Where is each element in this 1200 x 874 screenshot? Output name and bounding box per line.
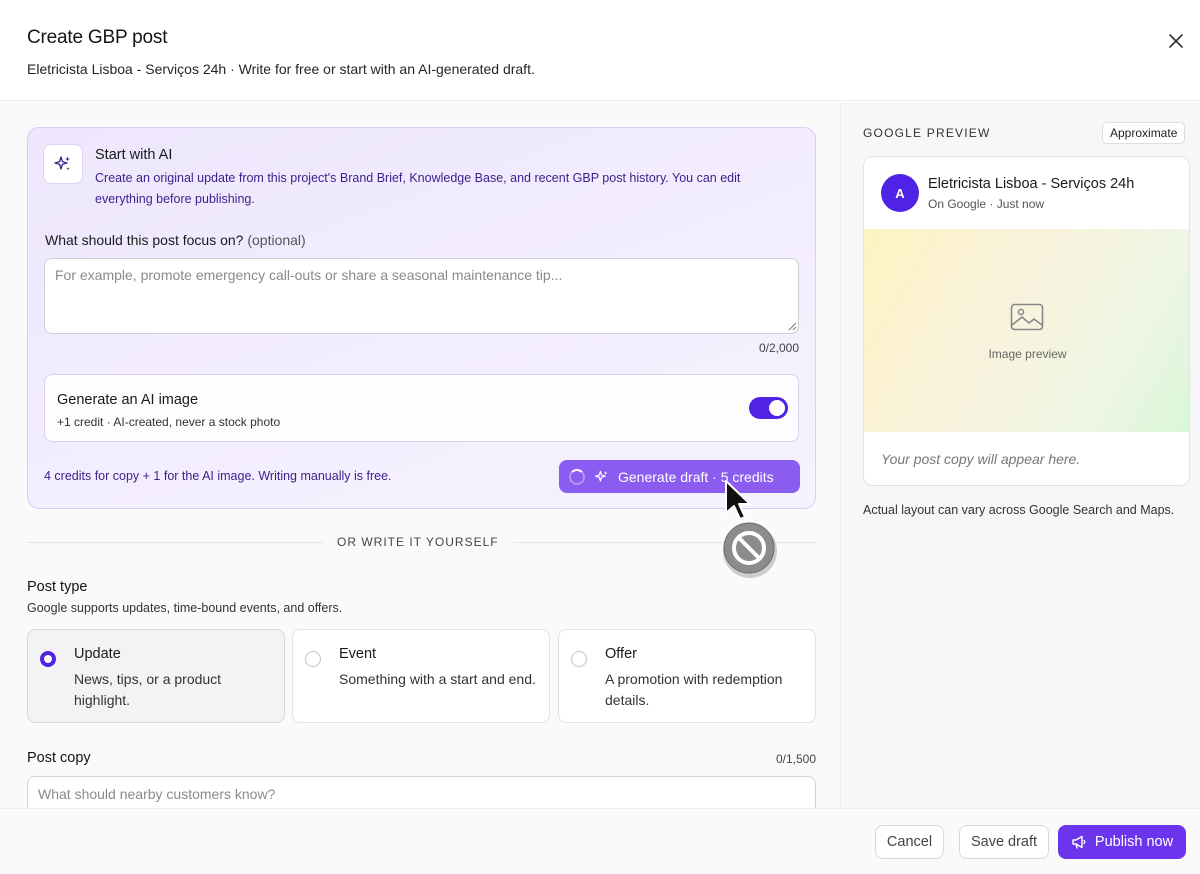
credit-note: 4 credits for copy + 1 for the AI image.… xyxy=(44,469,392,483)
mouse-pointer-icon xyxy=(725,480,751,520)
ai-image-option: Generate an AI image +1 credit · AI-crea… xyxy=(44,374,799,442)
post-type-name: Update xyxy=(74,646,121,662)
post-type-subtitle: Google supports updates, time-bound even… xyxy=(27,601,343,615)
modal-footer: Cancel Save draft Publish now xyxy=(0,808,1200,874)
radio-event[interactable] xyxy=(305,651,321,667)
toggle-knob xyxy=(769,400,785,416)
save-draft-button[interactable]: Save draft xyxy=(959,825,1049,859)
post-type-offer[interactable]: Offer A promotion with redemption detail… xyxy=(558,629,816,723)
publish-now-button[interactable]: Publish now xyxy=(1058,825,1186,859)
cancel-button[interactable]: Cancel xyxy=(875,825,944,859)
ai-image-subtitle: +1 credit · AI-created, never a stock ph… xyxy=(57,415,281,429)
focus-label: What should this post focus on? (optiona… xyxy=(45,232,306,248)
focus-optional-text: (optional) xyxy=(247,232,306,248)
post-copy-counter: 0/1,500 xyxy=(775,752,816,766)
modal-title: Create GBP post xyxy=(27,27,168,48)
ai-section-description: Create an original update from this proj… xyxy=(95,171,741,206)
preview-layout-note: Actual layout can vary across Google Sea… xyxy=(863,503,1175,517)
post-type-desc: A promotion with redemption details. xyxy=(605,671,783,708)
google-preview-card: A Eletricista Lisboa - Serviços 24h On G… xyxy=(863,156,1190,486)
focus-char-counter: 0/2,000 xyxy=(758,341,799,355)
preview-copy-placeholder: Your post copy will appear here. xyxy=(881,451,1081,467)
image-preview-caption: Image preview xyxy=(988,347,1067,361)
post-meta: On Google · Just now xyxy=(928,197,1045,211)
divider-text: OR WRITE IT YOURSELF xyxy=(323,535,513,549)
post-type-event[interactable]: Event Something with a start and end. xyxy=(292,629,550,723)
generate-draft-button[interactable]: Generate draft · 5 credits xyxy=(559,460,800,493)
megaphone-icon xyxy=(1072,835,1086,849)
modal-subtitle: Eletricista Lisboa - Serviços 24h · Writ… xyxy=(27,61,535,77)
image-icon xyxy=(1010,303,1044,331)
preview-label: GOOGLE PREVIEW xyxy=(863,126,991,140)
close-icon xyxy=(1169,34,1183,48)
ai-image-title: Generate an AI image xyxy=(57,392,199,408)
resize-handle-icon[interactable] xyxy=(788,322,797,331)
sparkle-icon xyxy=(594,469,610,485)
post-type-name: Offer xyxy=(605,646,637,662)
create-post-modal: Create GBP post Eletricista Lisboa - Ser… xyxy=(0,0,1200,874)
business-name: Eletricista Lisboa - Serviços 24h xyxy=(928,176,1135,192)
not-allowed-cursor-icon xyxy=(723,522,777,578)
radio-offer[interactable] xyxy=(571,651,587,667)
avatar: A xyxy=(881,174,919,212)
compose-panel: Start with AI Create an original update … xyxy=(0,102,840,808)
publish-now-label: Publish now xyxy=(1094,834,1174,850)
focus-input[interactable] xyxy=(44,258,799,334)
post-copy-label: Post copy xyxy=(27,750,91,766)
ai-image-toggle[interactable] xyxy=(749,397,788,419)
radio-update[interactable] xyxy=(40,651,56,667)
modal-header: Create GBP post Eletricista Lisboa - Ser… xyxy=(0,0,1200,101)
ai-draft-card: Start with AI Create an original update … xyxy=(27,127,816,509)
close-button[interactable] xyxy=(1164,29,1188,53)
post-type-update[interactable]: Update News, tips, or a product highligh… xyxy=(27,629,285,723)
sparkle-icon xyxy=(54,156,70,171)
post-type-name: Event xyxy=(339,646,377,662)
image-preview-area: Image preview xyxy=(864,229,1189,432)
preview-panel: GOOGLE PREVIEW Approximate A Eletricista… xyxy=(840,102,1200,808)
ai-badge xyxy=(43,144,83,184)
focus-label-text: What should this post focus on? xyxy=(45,232,244,248)
post-type-label: Post type xyxy=(27,579,88,595)
loading-spinner-icon xyxy=(569,468,585,485)
approximate-badge: Approximate xyxy=(1102,122,1186,144)
post-copy-input[interactable] xyxy=(27,776,816,808)
post-type-desc: News, tips, or a product highlight. xyxy=(74,671,222,708)
post-type-desc: Something with a start and end. xyxy=(339,671,536,687)
ai-section-title: Start with AI xyxy=(95,147,173,163)
